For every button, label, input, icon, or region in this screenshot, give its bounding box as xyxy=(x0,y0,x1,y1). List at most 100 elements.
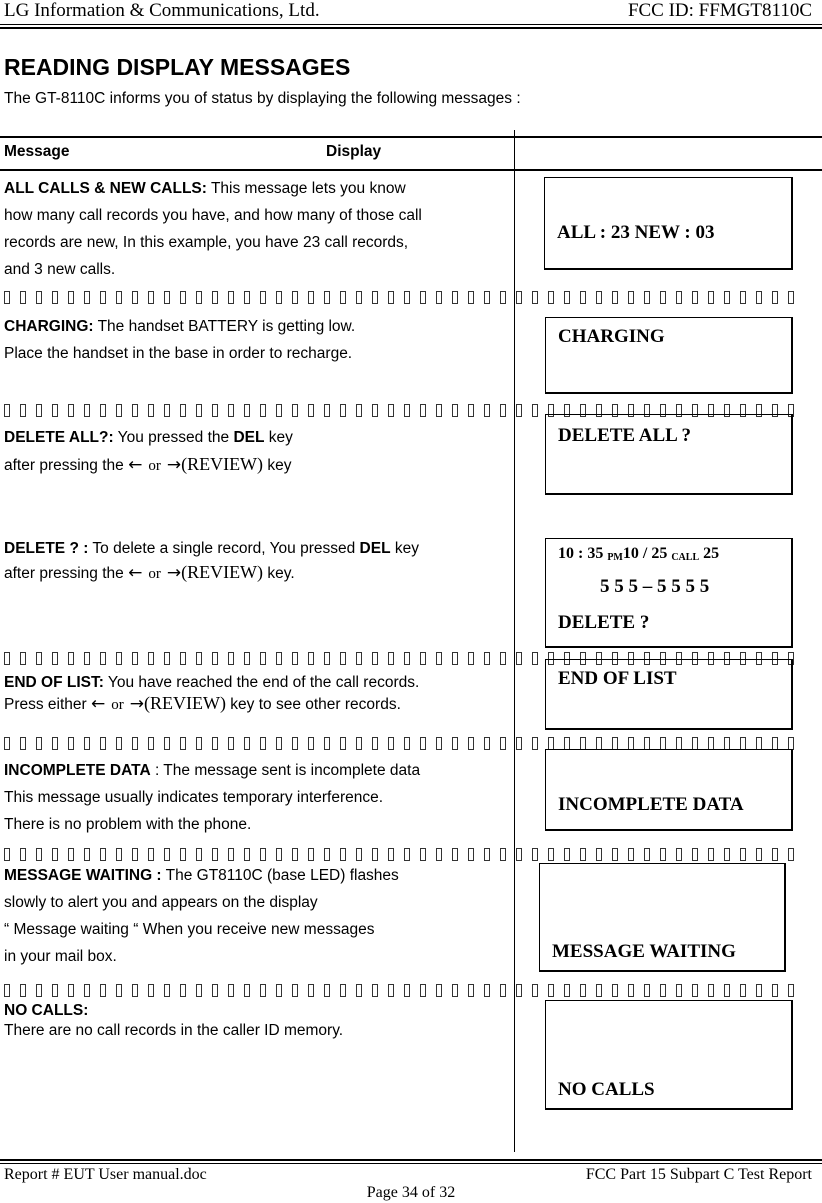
missing-glyph-box xyxy=(308,652,314,665)
missing-glyph-box xyxy=(788,291,794,304)
missing-glyph-box xyxy=(388,291,394,304)
display-charging: CHARGING xyxy=(545,317,793,394)
missing-glyph-box xyxy=(372,737,378,750)
entry-text: how many call records you have, and how … xyxy=(4,207,422,224)
missing-glyph-box xyxy=(772,848,778,861)
missing-glyph-box xyxy=(628,984,634,997)
section-intro: The GT-8110C informs you of status by di… xyxy=(4,90,521,107)
footer-report-type: FCC Part 15 Subpart C Test Report xyxy=(585,1166,812,1183)
missing-glyph-box xyxy=(484,404,490,417)
entry-text: To delete a single record, You pressed xyxy=(88,540,360,557)
missing-glyph-box xyxy=(772,291,778,304)
missing-glyph-box xyxy=(100,848,106,861)
display-no-calls: NO CALLS xyxy=(545,1000,793,1110)
column-header-message: Message xyxy=(4,143,70,160)
missing-glyph-box xyxy=(116,652,122,665)
missing-glyph-box xyxy=(84,737,90,750)
display-text: INCOMPLETE DATA xyxy=(558,794,744,815)
missing-glyph-box xyxy=(148,737,154,750)
missing-glyph-box xyxy=(228,737,234,750)
missing-glyph-box xyxy=(644,984,650,997)
missing-glyph-box xyxy=(580,291,586,304)
missing-glyph-box xyxy=(148,652,154,665)
missing-glyph-box xyxy=(356,984,362,997)
missing-glyph-box xyxy=(212,404,218,417)
table-top-rule xyxy=(0,136,822,138)
missing-glyph-box xyxy=(340,984,346,997)
missing-glyph-box xyxy=(516,652,522,665)
missing-glyph-box xyxy=(4,404,10,417)
missing-glyph-box xyxy=(660,848,666,861)
missing-glyph-box xyxy=(660,291,666,304)
missing-glyph-box xyxy=(644,848,650,861)
missing-glyph-box xyxy=(132,984,138,997)
missing-glyph-box xyxy=(708,291,714,304)
left-arrow-icon: ← xyxy=(91,694,106,714)
missing-glyph-box xyxy=(436,848,442,861)
missing-glyph-box xyxy=(244,291,250,304)
entry-text: There is no problem with the phone. xyxy=(4,816,252,833)
missing-glyph-box xyxy=(356,404,362,417)
missing-glyph-box xyxy=(308,737,314,750)
entry-text: The GT8110C (base LED) flashes xyxy=(161,867,399,884)
missing-glyph-box xyxy=(20,404,26,417)
missing-glyph-box xyxy=(292,848,298,861)
missing-glyph-box xyxy=(388,737,394,750)
missing-glyph-box xyxy=(372,848,378,861)
missing-glyph-box xyxy=(452,404,458,417)
entry-message-waiting-description: MESSAGE WAITING : The GT8110C (base LED)… xyxy=(4,862,509,970)
entry-text: key to see other records. xyxy=(225,696,401,713)
missing-glyph-box xyxy=(148,984,154,997)
entry-text: You have reached the end of the call rec… xyxy=(103,674,420,691)
missing-glyph-box xyxy=(468,737,474,750)
missing-glyph-box xyxy=(100,404,106,417)
missing-glyph-box xyxy=(116,737,122,750)
missing-glyph-box xyxy=(4,291,10,304)
header-rule-thin xyxy=(0,24,822,25)
missing-glyph-box xyxy=(164,404,170,417)
missing-glyph-box xyxy=(612,291,618,304)
missing-glyph-box xyxy=(516,291,522,304)
display-delete-single: 10 : 35 PM10 / 25 CALL 25 5 5 5 – 5 5 5 … xyxy=(545,538,793,648)
missing-glyph-box xyxy=(324,984,330,997)
entry-text: This message lets you know xyxy=(206,180,406,197)
missing-glyph-box xyxy=(164,652,170,665)
missing-glyph-box xyxy=(116,848,122,861)
missing-glyph-box xyxy=(36,984,42,997)
footer-report: Report # EUT User manual.doc xyxy=(4,1166,207,1183)
missing-glyph-box xyxy=(4,848,10,861)
missing-glyph-box xyxy=(228,848,234,861)
missing-glyph-box xyxy=(148,404,154,417)
missing-glyph-box xyxy=(676,848,682,861)
missing-glyph-box xyxy=(20,737,26,750)
missing-glyph-box xyxy=(100,984,106,997)
missing-glyph-box xyxy=(724,984,730,997)
missing-glyph-box xyxy=(68,652,74,665)
missing-glyph-box xyxy=(100,291,106,304)
display-text: NO CALLS xyxy=(558,1079,655,1100)
missing-glyph-box xyxy=(404,652,410,665)
missing-glyph-box xyxy=(308,848,314,861)
missing-glyph-box xyxy=(500,984,506,997)
missing-glyph-box xyxy=(244,404,250,417)
missing-glyph-box xyxy=(84,848,90,861)
missing-glyph-box xyxy=(20,984,26,997)
missing-glyph-box xyxy=(564,848,570,861)
missing-glyph-box xyxy=(36,848,42,861)
missing-glyph-box xyxy=(580,984,586,997)
missing-glyph-box xyxy=(324,291,330,304)
missing-glyph-box xyxy=(532,291,538,304)
missing-glyph-box xyxy=(692,984,698,997)
entry-text: after pressing the xyxy=(4,457,129,474)
entry-delete-single-description: DELETE ? : To delete a single record, Yo… xyxy=(4,535,509,583)
entry-text: in your mail box. xyxy=(4,948,117,965)
missing-glyph-box xyxy=(388,404,394,417)
review-key-label: (REVIEW) xyxy=(144,693,226,713)
missing-glyph-box xyxy=(740,291,746,304)
missing-glyph-box xyxy=(20,291,26,304)
entry-end-of-list-description: END OF LIST: You have reached the end of… xyxy=(4,673,509,714)
missing-glyph-box xyxy=(548,984,554,997)
missing-glyph-box xyxy=(708,848,714,861)
missing-glyph-box xyxy=(740,848,746,861)
missing-glyph-box xyxy=(212,652,218,665)
